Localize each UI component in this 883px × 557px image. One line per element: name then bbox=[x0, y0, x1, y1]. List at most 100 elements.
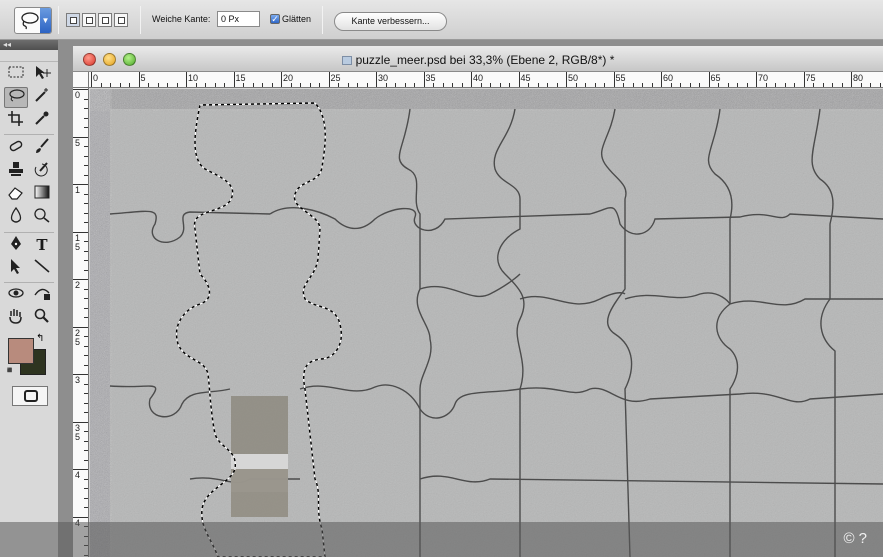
ruler-tick bbox=[84, 383, 88, 385]
marquee-icon[interactable] bbox=[4, 64, 28, 85]
feather-input[interactable]: 0 Px bbox=[217, 11, 260, 27]
intersect-selection-button[interactable] bbox=[114, 13, 128, 27]
ruler-tick bbox=[110, 83, 111, 87]
healing-brush-icon[interactable] bbox=[4, 138, 28, 159]
history-brush-icon[interactable] bbox=[30, 161, 54, 182]
ruler-tick bbox=[84, 497, 88, 499]
default-colors-icon[interactable]: ◾ bbox=[4, 365, 15, 376]
ruler-tick bbox=[585, 83, 586, 87]
path-selection-icon[interactable] bbox=[4, 258, 28, 279]
ruler-tick bbox=[357, 83, 358, 87]
add-selection-button[interactable] bbox=[82, 13, 96, 27]
ruler-tick bbox=[385, 83, 387, 87]
ruler-tick bbox=[224, 83, 225, 87]
ruler-tick bbox=[822, 83, 824, 87]
ruler-h-label: 80 bbox=[853, 73, 864, 83]
toolbox-panel: ◂◂ T ↰ ◾ bbox=[0, 40, 59, 557]
ruler-tick bbox=[528, 83, 529, 87]
canvas[interactable] bbox=[90, 89, 883, 557]
subtract-selection-button[interactable] bbox=[98, 13, 112, 27]
ruler-tick bbox=[746, 83, 748, 87]
ruler-tick bbox=[84, 440, 88, 442]
ruler-h-label: 25 bbox=[330, 73, 341, 83]
ruler-tick bbox=[84, 478, 88, 480]
ruler-tick bbox=[480, 83, 482, 87]
brush-icon[interactable] bbox=[30, 138, 54, 159]
ruler-tick bbox=[100, 83, 102, 87]
new-selection-button[interactable] bbox=[66, 13, 80, 27]
move-icon[interactable] bbox=[30, 64, 54, 85]
separator bbox=[58, 6, 59, 34]
zoom-icon[interactable] bbox=[30, 308, 54, 329]
foreground-color-swatch[interactable] bbox=[8, 338, 34, 364]
dodge-icon[interactable] bbox=[30, 207, 54, 228]
separator bbox=[140, 6, 141, 34]
swap-colors-icon[interactable]: ↰ bbox=[36, 333, 44, 344]
ruler-h-label: 15 bbox=[235, 73, 246, 83]
ruler-tick bbox=[84, 260, 88, 261]
ruler-tick bbox=[423, 72, 425, 87]
eyedropper-icon[interactable] bbox=[30, 110, 54, 131]
ruler-h-label: 45 bbox=[520, 73, 531, 83]
eraser-icon[interactable] bbox=[4, 184, 28, 205]
ruler-tick bbox=[73, 374, 88, 375]
magic-wand-icon[interactable] bbox=[30, 87, 54, 108]
toolbox-collapse-button[interactable]: ◂◂ bbox=[0, 40, 58, 50]
ruler-tick bbox=[281, 72, 282, 87]
ruler-tick bbox=[73, 136, 88, 138]
antialias-checkbox[interactable]: ✓ bbox=[270, 14, 280, 24]
ruler-origin[interactable] bbox=[73, 72, 89, 88]
ruler-tick bbox=[148, 83, 149, 87]
ruler-tick bbox=[442, 83, 444, 87]
vertical-ruler[interactable]: 0511 522 533 544 bbox=[73, 72, 89, 557]
ruler-tick bbox=[138, 72, 140, 87]
ruler-tick bbox=[84, 250, 88, 252]
ruler-v-label: 0 bbox=[75, 90, 81, 100]
ruler-tick bbox=[73, 231, 88, 233]
pen-icon[interactable] bbox=[4, 235, 28, 256]
ruler-tick bbox=[84, 98, 88, 100]
toolbox-divider bbox=[4, 232, 54, 233]
ruler-tick bbox=[129, 83, 130, 87]
ruler-tick bbox=[252, 83, 254, 87]
type-icon[interactable]: T bbox=[30, 235, 54, 256]
ruler-tick bbox=[803, 72, 805, 87]
3d-rotate-icon[interactable] bbox=[4, 285, 28, 306]
document-titlebar[interactable]: puzzle_meer.psd bei 33,3% (Ebene 2, RGB/… bbox=[73, 46, 883, 72]
ruler-tick bbox=[73, 421, 88, 423]
ruler-tick bbox=[879, 83, 881, 87]
ruler-tick bbox=[518, 72, 520, 87]
lasso-icon[interactable] bbox=[4, 87, 28, 108]
gradient-icon[interactable] bbox=[30, 184, 54, 205]
tool-preset-picker[interactable]: ▼ bbox=[14, 7, 52, 34]
ruler-tick bbox=[860, 83, 862, 87]
ruler-tick bbox=[84, 412, 88, 413]
ruler-tick bbox=[623, 83, 624, 87]
hand-icon[interactable] bbox=[4, 308, 28, 329]
ruler-tick bbox=[794, 83, 795, 87]
ruler-tick bbox=[84, 345, 88, 347]
document-window: puzzle_meer.psd bei 33,3% (Ebene 2, RGB/… bbox=[73, 46, 883, 557]
ruler-tick bbox=[395, 83, 396, 87]
quick-mask-button[interactable] bbox=[12, 386, 48, 406]
ruler-h-label: 30 bbox=[378, 73, 389, 83]
ruler-tick bbox=[84, 364, 88, 366]
blur-icon[interactable] bbox=[4, 206, 28, 228]
clone-stamp-icon[interactable] bbox=[4, 161, 28, 182]
ruler-tick bbox=[680, 83, 681, 87]
ruler-tick bbox=[509, 83, 510, 87]
toolbox-grip[interactable] bbox=[0, 50, 58, 62]
ruler-h-label: 0 bbox=[93, 73, 99, 83]
separator bbox=[322, 6, 323, 34]
ruler-v-label: 1 5 bbox=[75, 232, 81, 252]
ruler-v-label: 2 5 bbox=[75, 327, 81, 347]
horizontal-ruler[interactable]: 0 5 10 15 20 25 30 35 40 45 50 55 60 65 70 75 80 bbox=[89, 72, 883, 88]
ruler-tick bbox=[195, 83, 197, 87]
line-icon[interactable] bbox=[30, 258, 54, 279]
3d-orbit-icon[interactable] bbox=[30, 285, 54, 306]
quick-mask-icon bbox=[24, 390, 38, 402]
chevron-down-icon[interactable]: ▼ bbox=[40, 8, 51, 33]
crop-icon[interactable] bbox=[4, 110, 28, 131]
toolbox-divider bbox=[4, 134, 54, 135]
refine-edge-button[interactable]: Kante verbessern... bbox=[334, 12, 447, 31]
